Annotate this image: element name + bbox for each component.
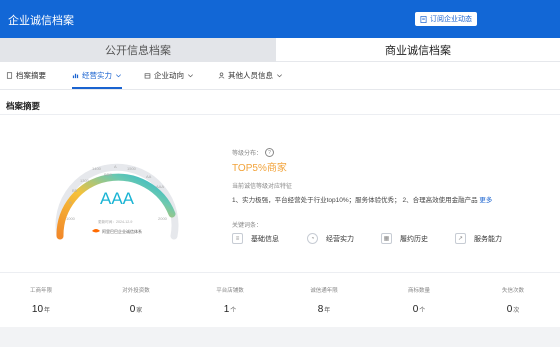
subscribe-button[interactable]: 订阅企业动态 — [415, 12, 477, 26]
chart-icon — [72, 73, 79, 79]
stat-unit: 个 — [230, 308, 237, 314]
building-icon — [144, 73, 151, 79]
rating-label: 等级分布： ? — [232, 148, 275, 157]
subnav-personnel[interactable]: 其他人员信息 — [218, 62, 283, 89]
subnav-personnel-label: 其他人员信息 — [228, 71, 273, 80]
gauge-scale-aa: AA — [146, 174, 152, 179]
sub-navigation: 档案摘要 经营实力 企业动向 其他人员信息 — [0, 62, 560, 90]
stat-label: 平台店铺数 — [216, 288, 244, 294]
feature-text-body: 1、实力极强，平台经营处于行业top10%；服务体验优秀； 2、合理高效使用金融… — [232, 197, 478, 204]
subnav-summary[interactable]: 档案摘要 — [6, 62, 46, 89]
chevron-down-icon — [116, 74, 121, 78]
gauge-scale-1300: 1300 — [80, 178, 90, 183]
keyword-label: 经营实力 — [326, 235, 354, 243]
subnav-trends-label: 企业动向 — [154, 71, 184, 80]
gauge-scale-bb: BB — [72, 188, 78, 193]
archive-tabs: 公开信息档案 商业诚信档案 — [0, 38, 560, 62]
chevron-down-icon — [188, 74, 193, 78]
stat-value: 1 — [223, 304, 230, 315]
stats-divider — [0, 272, 560, 273]
subscribe-label: 订阅企业动态 — [430, 16, 472, 23]
chart-icon: ◔ — [307, 233, 318, 244]
feature-title: 当前诚信等级对应特征 — [232, 184, 293, 190]
stat-label: 诚信通年限 — [310, 288, 338, 294]
keyword-strength[interactable]: ◔ 经营实力 — [307, 233, 354, 244]
help-icon[interactable]: ? — [265, 148, 275, 157]
stat-stores: 平台店铺数 1个 — [200, 286, 260, 315]
document-icon — [6, 72, 13, 79]
keyword-label: 服务能力 — [474, 235, 502, 243]
keywords-title: 关键词条： — [232, 223, 263, 229]
tab-business-archive[interactable]: 商业诚信档案 — [276, 38, 560, 62]
credit-gauge: AAA AA A 1500 1400 BBB 1300 BB B 1000 20… — [55, 163, 179, 240]
stats-row: 工商年限 10年 对外投资数 0家 平台店铺数 1个 诚信通年限 8年 商标数量… — [0, 286, 560, 326]
stat-label: 对外投资数 — [122, 288, 150, 294]
gauge-scale-aaa: AAA — [156, 184, 164, 189]
user-icon — [218, 72, 225, 79]
gauge-scale-1500: 1500 — [127, 166, 137, 171]
stat-trademarks: 商标数量 0个 — [389, 286, 449, 315]
keyword-label: 基础信息 — [251, 235, 279, 243]
stat-credit-years: 诚信通年限 8年 — [294, 286, 354, 315]
chevron-down-icon — [277, 74, 282, 78]
stat-unit: 年 — [324, 308, 331, 314]
stat-label: 失信次数 — [501, 288, 524, 294]
stat-value: 0 — [506, 304, 513, 315]
stat-unit: 次 — [513, 308, 520, 314]
notebook-icon — [420, 15, 427, 23]
stat-unit: 个 — [419, 308, 426, 314]
stat-value: 8 — [317, 304, 324, 315]
header-bar: 企业诚信档案 订阅企业动态 — [0, 0, 560, 38]
rating-label-text: 等级分布： — [232, 151, 263, 157]
gauge-scale-1000: 1000 — [66, 216, 76, 221]
stat-value: 0 — [412, 304, 419, 315]
gauge-scale-bbb: BBB — [104, 172, 112, 177]
subnav-strength[interactable]: 经营实力 — [66, 62, 128, 89]
subnav-strength-label: 经营实力 — [82, 71, 112, 80]
stat-unit: 家 — [136, 308, 143, 314]
gauge-scale-a: A — [114, 164, 117, 169]
gauge-brand: 阿里巴巴企业诚信体系 — [102, 228, 142, 234]
subnav-trends[interactable]: 企业动向 — [144, 62, 194, 89]
gauge-grade: AAA — [100, 189, 135, 208]
list-icon: ≡ — [232, 233, 243, 244]
more-link[interactable]: 更多 — [479, 197, 492, 204]
active-tab-indicator — [72, 87, 122, 89]
gauge-scale-1400: 1400 — [92, 166, 102, 171]
keyword-service[interactable]: ↗ 服务能力 — [455, 233, 502, 244]
gauge-scale-2000: 2000 — [158, 216, 168, 221]
stat-investments: 对外投资数 0家 — [106, 286, 166, 315]
keyword-history[interactable]: ▦ 履约历史 — [381, 233, 428, 244]
gauge-update-date: 2024-12-9 — [116, 220, 132, 224]
keyword-basic-info[interactable]: ≡ 基础信息 — [232, 233, 279, 244]
stat-value: 10 — [31, 304, 44, 315]
gauge-scale-b: B — [69, 200, 72, 205]
stat-business-years: 工商年限 10年 — [11, 286, 71, 315]
feature-text: 1、实力极强，平台经营处于行业top10%；服务体验优秀； 2、合理高效使用金融… — [232, 194, 492, 204]
tab-public-archive[interactable]: 公开信息档案 — [0, 38, 276, 62]
subnav-summary-label: 档案摘要 — [16, 71, 46, 80]
stat-value: 0 — [129, 304, 136, 315]
trend-icon: ↗ — [455, 233, 466, 244]
keyword-list: ≡ 基础信息 ◔ 经营实力 ▦ 履约历史 ↗ 服务能力 — [232, 233, 532, 247]
section-title: 档案摘要 — [6, 101, 41, 111]
stat-label: 商标数量 — [407, 288, 430, 294]
stat-label: 工商年限 — [29, 288, 52, 294]
section-divider — [0, 114, 560, 115]
page-title: 企业诚信档案 — [8, 15, 74, 27]
stat-dishonesty: 失信次数 0次 — [483, 286, 543, 315]
gauge-update-label: 更新时间： — [98, 219, 116, 224]
alibaba-logo-icon — [92, 229, 100, 233]
stat-unit: 年 — [44, 308, 51, 314]
grid-icon: ▦ — [381, 233, 392, 244]
keyword-label: 履约历史 — [400, 235, 428, 243]
rating-value: TOP5%商家 — [232, 163, 287, 174]
bottom-band — [0, 327, 560, 347]
